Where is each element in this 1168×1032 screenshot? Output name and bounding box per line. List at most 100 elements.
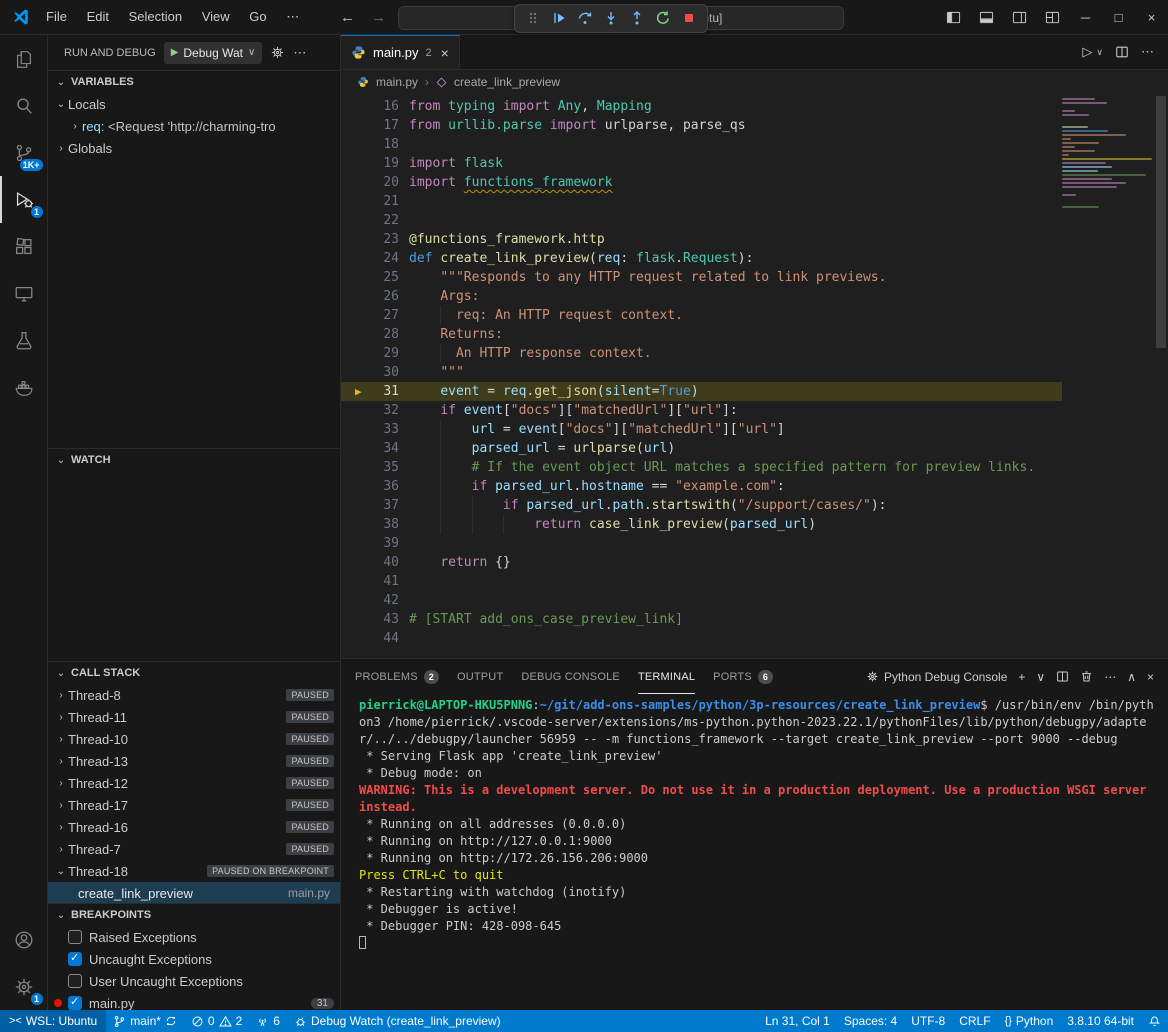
line-number[interactable]: 29	[341, 344, 399, 363]
watch-header[interactable]: ⌄ WATCH	[48, 449, 340, 471]
line-number[interactable]: 41	[341, 572, 399, 591]
code-line[interactable]: 36 if parsed_url.hostname == "example.co…	[341, 477, 1062, 496]
debug-toolbar-drag-handle[interactable]	[521, 6, 545, 30]
debug-settings-gear-icon[interactable]	[270, 45, 285, 60]
line-number[interactable]: 40	[341, 553, 399, 572]
callstack-thread-row[interactable]: ›Thread-17PAUSED	[48, 794, 340, 816]
breakpoint-row[interactable]: main.py31	[48, 992, 340, 1010]
line-number[interactable]: 19	[341, 154, 399, 173]
run-python-file-icon[interactable]: ▷	[1082, 44, 1092, 60]
code-line[interactable]: 18	[341, 135, 1062, 154]
start-debugging-icon[interactable]: ▶	[171, 47, 179, 58]
customize-layout-icon[interactable]	[1036, 0, 1069, 34]
breakpoint-row[interactable]: Uncaught Exceptions	[48, 948, 340, 970]
menu-file[interactable]: File	[38, 7, 75, 26]
activity-source-control-icon[interactable]: 1K+	[0, 129, 48, 176]
code-line[interactable]: 20import functions_framework	[341, 173, 1062, 192]
menu-view[interactable]: View	[194, 7, 238, 26]
line-number[interactable]: 36	[341, 477, 399, 496]
remote-indicator[interactable]: >< WSL: Ubuntu	[0, 1010, 106, 1032]
code-line[interactable]: 16from typing import Any, Mapping	[341, 97, 1062, 116]
sidebar-more-actions-icon[interactable]: ⋯	[293, 45, 306, 61]
line-number[interactable]: 20	[341, 173, 399, 192]
menu-selection[interactable]: Selection	[121, 7, 190, 26]
kill-terminal-trash-icon[interactable]	[1080, 670, 1093, 683]
code-line[interactable]: 35 # If the event object URL matches a s…	[341, 458, 1062, 477]
problems-status[interactable]: 0 2	[184, 1010, 249, 1032]
toggle-secondary-sidebar-icon[interactable]	[1003, 0, 1036, 34]
git-branch-status[interactable]: main*	[106, 1010, 184, 1032]
line-number[interactable]: 25	[341, 268, 399, 287]
line-number[interactable]: 22	[341, 211, 399, 230]
callstack-thread-row[interactable]: ›Thread-11PAUSED	[48, 706, 340, 728]
terminal-output[interactable]: pierrick@LAPTOP-HKU5PNNG:~/git/add-ons-s…	[341, 694, 1168, 1010]
code-line[interactable]: 28 Returns:	[341, 325, 1062, 344]
scrollbar-thumb[interactable]	[1156, 96, 1166, 348]
toggle-primary-sidebar-icon[interactable]	[937, 0, 970, 34]
line-number[interactable]: 26	[341, 287, 399, 306]
settings-gear-icon[interactable]: 1	[0, 963, 48, 1010]
line-number[interactable]: 43	[341, 610, 399, 629]
call-stack-header[interactable]: ⌄ CALL STACK	[48, 662, 340, 684]
code-line[interactable]: 42	[341, 591, 1062, 610]
line-number[interactable]: 37	[341, 496, 399, 515]
code-line[interactable]: 27 req: An HTTP request context.	[341, 306, 1062, 325]
terminal-dropdown-chevron-icon[interactable]: ∨	[1036, 670, 1045, 684]
debug-restart-icon[interactable]	[651, 6, 675, 30]
new-terminal-icon[interactable]: +	[1018, 670, 1025, 684]
encoding-status[interactable]: UTF-8	[904, 1010, 952, 1032]
line-number[interactable]: 39	[341, 534, 399, 553]
code-line[interactable]: 40 return {}	[341, 553, 1062, 572]
code-line[interactable]: 33 url = event["docs"]["matchedUrl"]["ur…	[341, 420, 1062, 439]
breakpoint-checkbox[interactable]	[68, 930, 82, 944]
activity-explorer-icon[interactable]	[0, 35, 48, 82]
panel-tab-debug-console[interactable]: DEBUG CONSOLE	[521, 659, 620, 694]
line-number[interactable]: 16	[341, 97, 399, 116]
code-line[interactable]: 34 parsed_url = urlparse(url)	[341, 439, 1062, 458]
panel-tab-output[interactable]: OUTPUT	[457, 659, 503, 694]
terminal-profile[interactable]: Python Debug Console	[866, 670, 1007, 684]
code-line[interactable]: 44	[341, 629, 1062, 648]
code-line[interactable]: 19import flask	[341, 154, 1062, 173]
line-number[interactable]: 18	[341, 135, 399, 154]
panel-more-actions-icon[interactable]: ⋯	[1104, 670, 1116, 684]
line-number[interactable]: 30	[341, 363, 399, 382]
code-line[interactable]: 29 An HTTP response context.	[341, 344, 1062, 363]
line-number[interactable]: 33	[341, 420, 399, 439]
line-number[interactable]: 21	[341, 192, 399, 211]
python-interpreter-status[interactable]: 3.8.10 64-bit	[1060, 1010, 1141, 1032]
code-line[interactable]: 37 if parsed_url.path.startswith("/suppo…	[341, 496, 1062, 515]
variables-header[interactable]: ⌄ VARIABLES	[48, 71, 340, 93]
split-terminal-icon[interactable]	[1056, 670, 1069, 683]
editor-scrollbar[interactable]	[1154, 94, 1168, 658]
close-panel-icon[interactable]: ×	[1147, 670, 1154, 684]
activity-search-icon[interactable]	[0, 82, 48, 129]
line-number[interactable]: 44	[341, 629, 399, 648]
debug-step-into-icon[interactable]	[599, 6, 623, 30]
variables-globals-row[interactable]: › Globals	[48, 137, 340, 159]
callstack-frame-row[interactable]: create_link_previewmain.py	[48, 882, 340, 903]
code-line[interactable]: 17from urllib.parse import urlparse, par…	[341, 116, 1062, 135]
menu-overflow[interactable]: ⋯	[278, 7, 307, 26]
variables-locals-row[interactable]: ⌄ Locals	[48, 93, 340, 115]
code-line[interactable]: 30 """	[341, 363, 1062, 382]
breakpoint-row[interactable]: User Uncaught Exceptions	[48, 970, 340, 992]
debug-step-out-icon[interactable]	[625, 6, 649, 30]
callstack-thread-row[interactable]: ›Thread-16PAUSED	[48, 816, 340, 838]
line-number[interactable]: 35	[341, 458, 399, 477]
debug-step-over-icon[interactable]	[573, 6, 597, 30]
code-line[interactable]: ▶31 event = req.get_json(silent=True)	[341, 382, 1062, 401]
activity-run-debug-icon[interactable]: 1	[0, 176, 48, 223]
callstack-thread-row[interactable]: ›Thread-12PAUSED	[48, 772, 340, 794]
code-line[interactable]: 38 return case_link_preview(parsed_url)	[341, 515, 1062, 534]
code-line[interactable]: 26 Args:	[341, 287, 1062, 306]
line-number[interactable]: 32	[341, 401, 399, 420]
line-number[interactable]: 28	[341, 325, 399, 344]
back-button[interactable]: ←	[336, 9, 359, 26]
breakpoint-checkbox[interactable]	[68, 996, 82, 1010]
minimap[interactable]	[1062, 98, 1152, 214]
code-line[interactable]: 32 if event["docs"]["matchedUrl"]["url"]…	[341, 401, 1062, 420]
activity-remote-explorer-icon[interactable]	[0, 270, 48, 317]
menu-edit[interactable]: Edit	[79, 7, 117, 26]
code-line[interactable]: 21	[341, 192, 1062, 211]
